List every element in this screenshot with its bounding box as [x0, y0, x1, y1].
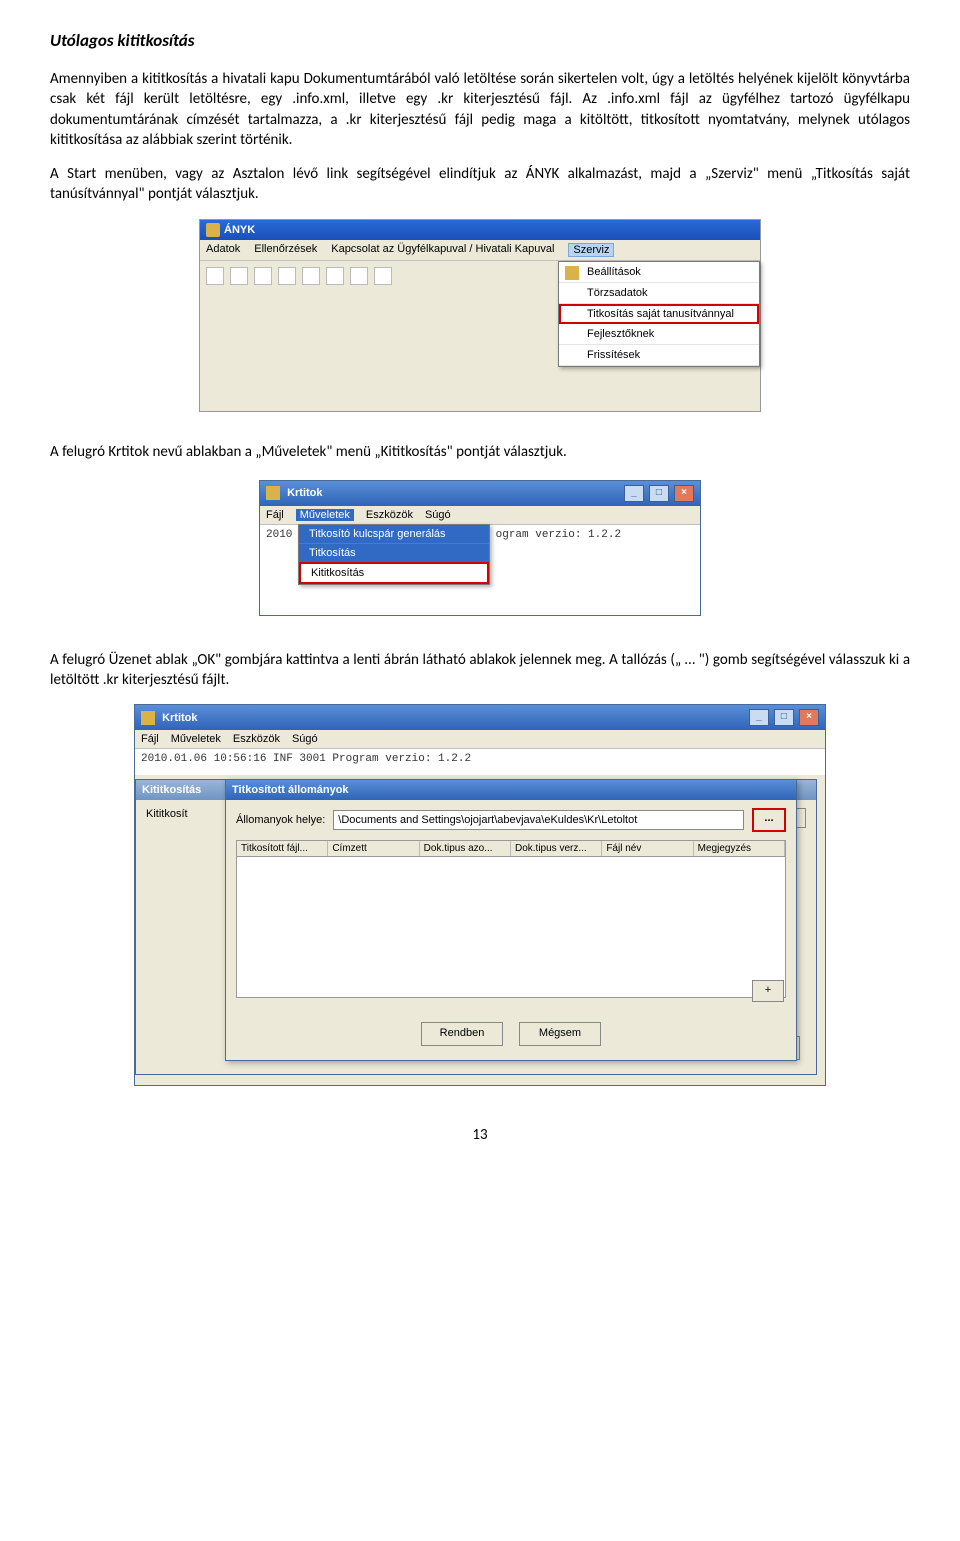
app-title: Krtitok	[162, 712, 197, 724]
titlebar: Krtitok _ □ ×	[260, 481, 700, 506]
menu-szerviz[interactable]: Szerviz	[568, 243, 614, 257]
minimize-button[interactable]: _	[624, 485, 644, 502]
table-header: Titkosított fájl... Címzett Dok.tipus az…	[236, 840, 786, 857]
menu-item-torzsadatok[interactable]: Törzsadatok	[559, 283, 759, 304]
window-controls: _ □ ×	[747, 709, 819, 726]
path-label: Állomanyok helye:	[236, 814, 325, 826]
col-titkositott-fajl[interactable]: Titkosított fájl...	[237, 841, 328, 856]
menu-item-kulcspar-generalas[interactable]: Titkosító kulcspár generálás	[299, 525, 489, 544]
menu-sugo[interactable]: Súgó	[425, 509, 451, 521]
menu-muveletek[interactable]: Műveletek	[296, 509, 354, 521]
dialog-title: Kititkosítás	[142, 784, 201, 796]
toolbar-icon[interactable]	[230, 267, 248, 285]
status-line: 2010.01.06 10:56:16 INF 3001 Program ver…	[135, 749, 825, 775]
screenshot-krtitok-dialogs: Krtitok _ □ × Fájl Műveletek Eszközök Sú…	[134, 704, 826, 1086]
toolbar-icon[interactable]	[278, 267, 296, 285]
maximize-button[interactable]: □	[774, 709, 794, 726]
menu-item-beallitasok[interactable]: Beállítások	[559, 262, 759, 283]
window-body: 2010 ogram verzio: 1.2.2 Titkosító kulcs…	[260, 525, 700, 615]
menubar: Fájl Műveletek Eszközök Súgó	[135, 730, 825, 749]
app-icon	[206, 223, 220, 237]
menu-fajl[interactable]: Fájl	[141, 733, 159, 745]
menu-item-fejlesztoknek[interactable]: Fejlesztőknek	[559, 324, 759, 345]
muveletek-dropdown: Titkosító kulcspár generálás Titkosítás …	[298, 524, 490, 585]
menu-sugo[interactable]: Súgó	[292, 733, 318, 745]
menu-item-titkositas[interactable]: Titkosítás	[299, 544, 489, 562]
close-button[interactable]: ×	[799, 709, 819, 726]
menubar: Fájl Műveletek Eszközök Súgó	[260, 506, 700, 525]
titkositott-allomanyok-dialog: Titkosított állományok Állomanyok helye:…	[225, 779, 797, 1061]
section-title: Utólagos kititkosítás	[50, 30, 910, 51]
paragraph-1: Amennyiben a kititkosítás a hivatali kap…	[50, 69, 910, 150]
minimize-button[interactable]: _	[749, 709, 769, 726]
close-button[interactable]: ×	[674, 485, 694, 502]
status-left: 2010	[266, 529, 292, 541]
cancel-button[interactable]: Mégsem	[519, 1022, 601, 1046]
label-kititkosit: Kititkosít	[146, 808, 188, 828]
maximize-button[interactable]: □	[649, 485, 669, 502]
col-megjegyzes[interactable]: Megjegyzés	[694, 841, 785, 856]
toolbar-icon[interactable]	[350, 267, 368, 285]
col-cimzett[interactable]: Címzett	[328, 841, 419, 856]
paragraph-3: A felugró Krtitok nevű ablakban a „Művel…	[50, 442, 910, 462]
add-button[interactable]: +	[752, 980, 784, 1002]
screenshot-krtitok-muveletek-menu: Krtitok _ □ × Fájl Műveletek Eszközök Sú…	[259, 480, 701, 616]
app-title: ÁNYK	[224, 224, 255, 236]
menu-item-frissitesek[interactable]: Frissítések	[559, 345, 759, 366]
paragraph-2: A Start menüben, vagy az Asztalon lévő l…	[50, 164, 910, 205]
titlebar: Krtitok _ □ ×	[135, 705, 825, 730]
window-controls: _ □ ×	[622, 485, 694, 502]
menu-adatok[interactable]: Adatok	[206, 243, 240, 257]
table-body	[236, 857, 786, 998]
szerviz-dropdown: Beállítások Törzsadatok Titkosítás saját…	[558, 261, 760, 367]
menu-eszkozok[interactable]: Eszközök	[233, 733, 280, 745]
menubar: Adatok Ellenőrzések Kapcsolat az Ügyfélk…	[200, 240, 760, 261]
toolbar-icon[interactable]	[302, 267, 320, 285]
app-icon	[141, 711, 155, 725]
titlebar: ÁNYK	[200, 220, 760, 240]
status-right: ogram verzio: 1.2.2	[496, 529, 621, 541]
col-doktipus-azo[interactable]: Dok.tipus azo...	[420, 841, 511, 856]
paragraph-4: A felugró Üzenet ablak „OK" gombjára kat…	[50, 650, 910, 691]
ok-button[interactable]: Rendben	[421, 1022, 503, 1046]
col-fajlnev[interactable]: Fájl név	[602, 841, 693, 856]
col-doktipus-verz[interactable]: Dok.tipus verz...	[511, 841, 602, 856]
app-title: Krtitok	[287, 487, 322, 499]
toolbar-icon[interactable]	[326, 267, 344, 285]
dialog-title: Titkosított állományok	[232, 784, 349, 796]
menu-item-titkositas-sajat[interactable]: Titkosítás saját tanusítvánnyal	[559, 304, 759, 324]
toolbar-icon[interactable]	[374, 267, 392, 285]
toolbar-icon[interactable]	[254, 267, 272, 285]
menu-muveletek[interactable]: Műveletek	[171, 733, 221, 745]
dialog-titlebar: Titkosított állományok	[226, 780, 796, 800]
browse-button-highlighted[interactable]: ...	[752, 808, 786, 832]
page-number: 13	[50, 1126, 910, 1144]
menu-ellenorzesek[interactable]: Ellenőrzések	[254, 243, 317, 257]
toolbar-icon[interactable]	[206, 267, 224, 285]
app-icon	[266, 486, 280, 500]
menu-eszkozok[interactable]: Eszközök	[366, 509, 413, 521]
menu-fajl[interactable]: Fájl	[266, 509, 284, 521]
menu-item-kititkositas[interactable]: Kititkosítás	[299, 562, 489, 584]
menu-kapcsolat[interactable]: Kapcsolat az Ügyfélkapuval / Hivatali Ka…	[331, 243, 554, 257]
screenshot-anyk-szerviz-menu: ÁNYK Adatok Ellenőrzések Kapcsolat az Üg…	[199, 219, 761, 412]
path-input[interactable]	[333, 810, 744, 830]
